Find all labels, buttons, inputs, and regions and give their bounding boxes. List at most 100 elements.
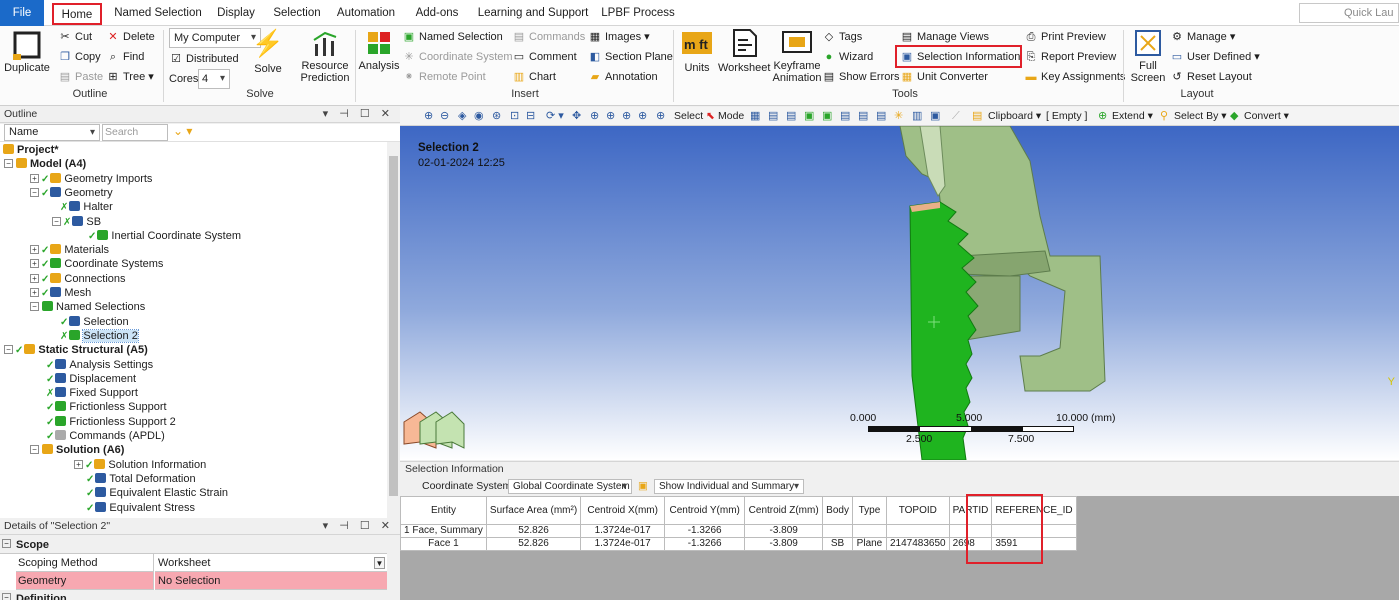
tree-node[interactable]: − Named Selections	[30, 300, 145, 314]
units-button[interactable]: m ft Units	[677, 28, 717, 74]
tab-display[interactable]: Display	[210, 3, 262, 25]
cut-button[interactable]: ✂ Cut	[58, 28, 92, 46]
tree-node[interactable]: + ✓ Geometry Imports	[30, 172, 152, 186]
section-plane-button[interactable]: ◧ Section Plane	[588, 48, 673, 66]
delete-button[interactable]: ✕ Delete	[106, 28, 154, 46]
commands-button[interactable]: ▤ Commands	[512, 28, 585, 46]
clipboard-button[interactable]: Clipboard ▾	[988, 107, 1041, 125]
solve-button[interactable]: ⚡ Solve	[240, 28, 296, 75]
column-header[interactable]: Body	[822, 496, 853, 525]
zoom-fit-icon[interactable]: ⊕	[622, 107, 631, 125]
analysis-button[interactable]: Analysis	[358, 30, 400, 72]
column-header[interactable]: Surface Area (mm²)	[485, 496, 582, 525]
extend-icon[interactable]: ⊕	[1098, 107, 1107, 125]
copy-button[interactable]: ❐ Copy	[58, 48, 101, 66]
collapse-icon[interactable]: −	[2, 593, 11, 600]
collapse-icon[interactable]: −	[30, 302, 39, 312]
show-icon[interactable]: ▣	[930, 107, 940, 125]
zoom-icon[interactable]: ⊕	[590, 107, 599, 125]
tree-node[interactable]: − Solution (A6)	[30, 443, 124, 457]
wizard-button[interactable]: ● Wizard	[822, 48, 874, 66]
resource-prediction-button[interactable]: Resource Prediction	[298, 28, 352, 84]
select-by-button[interactable]: Select By ▾	[1174, 107, 1227, 125]
show-vertices-icon[interactable]: ⊛	[492, 107, 501, 125]
previous-view-icon[interactable]: ⊕	[656, 107, 665, 125]
manage-button[interactable]: ⚙ Manage ▾	[1170, 28, 1235, 46]
tree-node[interactable]: − ✓ Static Structural (A5)	[4, 343, 148, 357]
node-select-icon[interactable]: ▣	[822, 107, 832, 125]
tree-node[interactable]: − Model (A4)	[4, 157, 86, 171]
print-preview-button[interactable]: ⎙ Print Preview	[1024, 28, 1106, 46]
tree-node[interactable]: ✗ Halter	[60, 200, 113, 214]
tree-node[interactable]: ✗ Selection 2	[60, 328, 139, 343]
paste-button[interactable]: ▤ Paste	[58, 68, 103, 86]
column-header[interactable]: Entity	[400, 496, 487, 525]
panel-controls[interactable]: ▾ ⊣ ☐ ✕	[323, 519, 394, 534]
vertex-select-icon[interactable]: ▦	[750, 107, 760, 125]
comment-button[interactable]: ▭ Comment	[512, 48, 577, 66]
tree-node[interactable]: ✓ Inertial Coordinate System	[88, 229, 241, 243]
extend-button[interactable]: Extend ▾	[1112, 107, 1153, 125]
box-zoom-icon[interactable]: ⊕	[606, 107, 615, 125]
filter-expand-icon[interactable]: ⌄ ▾	[173, 124, 192, 138]
details-row-scoping-method[interactable]: Scoping Method Worksheet ▼	[0, 554, 388, 572]
duplicate-button[interactable]: Duplicate	[4, 30, 50, 74]
tree-node[interactable]: ✓ Displacement	[46, 372, 136, 386]
collapse-icon[interactable]: −	[30, 445, 39, 455]
named-selection-button[interactable]: ▣ Named Selection	[402, 28, 503, 46]
reset-layout-button[interactable]: ↺ Reset Layout	[1170, 68, 1251, 86]
expand-icon[interactable]: +	[30, 273, 39, 283]
keyframe-animation-button[interactable]: Keyframe Animation	[772, 28, 822, 84]
zoom-out-icon[interactable]: ⊖	[440, 107, 449, 125]
tree-node[interactable]: + ✓ Materials	[30, 243, 109, 257]
column-header[interactable]: Centroid Z(mm)	[744, 496, 824, 525]
tab-file[interactable]: File	[0, 0, 44, 26]
model-geometry[interactable]	[400, 126, 1399, 460]
measure-icon[interactable]: ⟋	[952, 107, 960, 125]
face-select-icon[interactable]: ▤	[786, 107, 796, 125]
expand-icon[interactable]: +	[30, 288, 39, 297]
outline-scroll-thumb[interactable]	[389, 156, 398, 496]
tab-learning-and-support[interactable]: Learning and Support	[474, 3, 592, 25]
tab-named-selection[interactable]: Named Selection	[110, 3, 206, 25]
select-mode-icon[interactable]: ⬉	[706, 107, 715, 125]
tree-node[interactable]: + ✓ Connections	[30, 272, 126, 286]
dropdown-arrow-icon[interactable]: ▼	[374, 557, 385, 569]
tree-node[interactable]: ✗ Fixed Support	[46, 386, 138, 400]
expand-icon[interactable]: +	[30, 259, 39, 269]
show-errors-button[interactable]: ▤ Show Errors	[822, 68, 900, 86]
details-row-geometry[interactable]: Geometry No Selection	[0, 572, 388, 590]
full-screen-button[interactable]: Full Screen	[1127, 28, 1169, 84]
worksheet-button[interactable]: Worksheet	[718, 28, 770, 74]
body-select-icon[interactable]: ▣	[804, 107, 814, 125]
column-header[interactable]: TOPOID	[885, 496, 950, 525]
column-header[interactable]: Type	[851, 496, 887, 525]
hide-icon[interactable]: ▥	[912, 107, 922, 125]
remote-point-button[interactable]: ⁕ Remote Point	[402, 68, 485, 86]
scope-section-header[interactable]: − Scope	[0, 536, 388, 554]
report-preview-button[interactable]: ⎘ Report Preview	[1024, 48, 1117, 66]
key-assignments-button[interactable]: ▬ Key Assignments	[1024, 68, 1126, 86]
scoping-method-select[interactable]: Worksheet ▼	[155, 554, 388, 572]
graphics-viewport[interactable]: Selection 2 02-01-2024 12:25 0.000 5.000…	[400, 126, 1399, 460]
shaded-view-icon[interactable]: ◉	[474, 107, 484, 125]
cores-input[interactable]: 4	[198, 69, 230, 89]
user-defined-button[interactable]: ▭ User Defined ▾	[1170, 48, 1260, 66]
edge-icon[interactable]: ⊡	[510, 107, 519, 125]
column-header[interactable]: Centroid X(mm)	[580, 496, 666, 525]
rotate-icon[interactable]: ⟳ ▾	[546, 107, 564, 125]
info-settings-icon[interactable]: ▣	[638, 476, 648, 496]
collapse-icon[interactable]: −	[52, 216, 61, 226]
show-mode-select[interactable]: Show Individual and Summary	[654, 479, 804, 494]
outline-search-input[interactable]: Search Outline	[102, 124, 168, 153]
mesh-node-icon[interactable]: ▤	[876, 107, 886, 125]
tree-node[interactable]: ✓ Analysis Settings	[46, 358, 153, 372]
tree-node[interactable]: + ✓ Solution Information	[74, 458, 206, 472]
collapse-icon[interactable]: −	[2, 539, 11, 548]
tree-node[interactable]: ✓ Equivalent Stress	[86, 501, 195, 515]
pan-icon[interactable]: ✥	[572, 107, 581, 125]
details-scrollbar[interactable]	[387, 536, 400, 600]
images-button[interactable]: ▦ Images ▾	[588, 28, 650, 46]
select-by-icon[interactable]: ⚲	[1160, 107, 1168, 125]
chart-button[interactable]: ▥ Chart	[512, 68, 556, 86]
